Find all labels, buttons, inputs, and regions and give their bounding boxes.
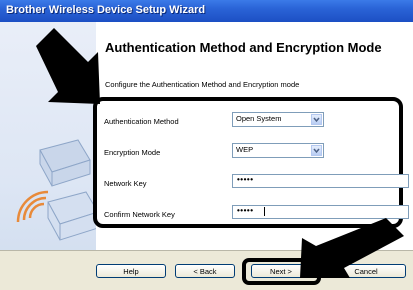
arrow-icon: [300, 218, 404, 278]
arrow-icon: [36, 28, 100, 104]
arrow-overlay: [36, 28, 404, 278]
